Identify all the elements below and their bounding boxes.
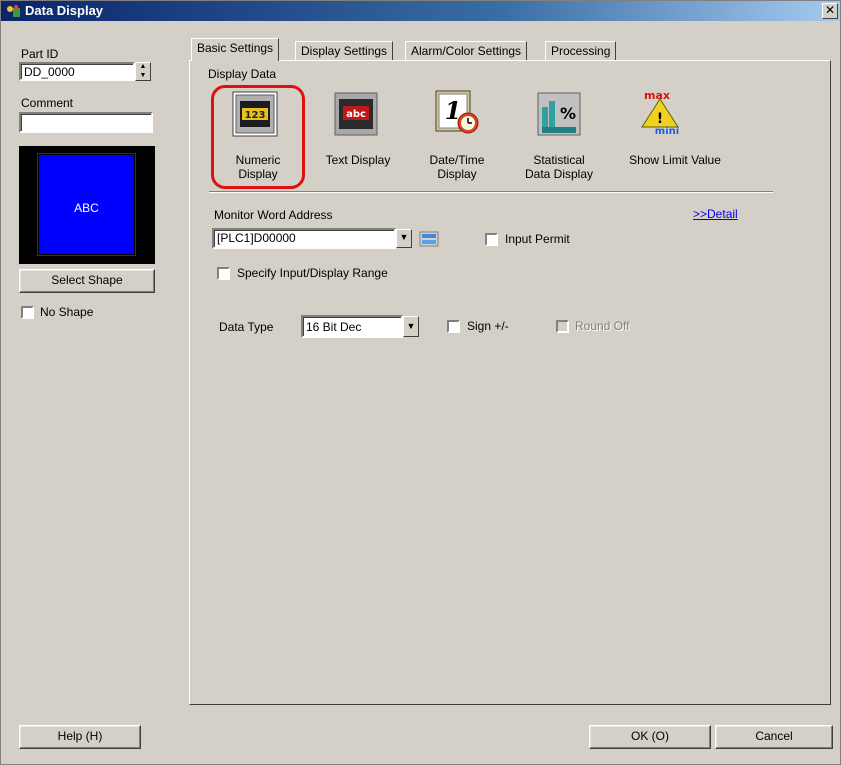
statistical-label-line2: Data Display	[524, 167, 594, 181]
title-bar[interactable]: Data Display ✕	[1, 1, 840, 21]
numeric-display-label: Numeric Display	[223, 153, 293, 181]
display-data-label: Display Data	[208, 67, 277, 81]
spin-up-icon[interactable]: ▲	[136, 63, 150, 72]
address-dropdown-chevron-down-icon[interactable]: ▼	[396, 229, 412, 248]
data-type-label: Data Type	[219, 320, 274, 334]
sign-label: Sign +/-	[467, 319, 509, 333]
data-display-dialog: Data Display ✕ Part ID DD_0000 ▲ ▼ Comme…	[0, 0, 841, 765]
preview-shape: ABC	[38, 154, 135, 255]
part-id-label: Part ID	[21, 47, 59, 61]
detail-link[interactable]: >>Detail	[693, 207, 738, 221]
round-off-label: Round Off	[575, 319, 630, 333]
limit-max-text: max	[644, 89, 670, 102]
comment-field[interactable]	[19, 112, 153, 133]
tab-display-settings[interactable]: Display Settings	[295, 41, 394, 60]
address-input-keyboard-icon[interactable]	[419, 229, 439, 249]
statistical-label-line1: Statistical	[533, 153, 585, 167]
text-display-icon[interactable]: abc	[333, 91, 379, 137]
round-off-checkbox	[556, 320, 569, 333]
text-display-label: Text Display	[325, 153, 391, 167]
statistical-label: Statistical Data Display	[519, 153, 599, 181]
specify-range-label: Specify Input/Display Range	[237, 266, 388, 280]
input-permit-checkbox[interactable]	[485, 233, 498, 246]
part-id-spinner[interactable]: ▲ ▼	[135, 62, 151, 81]
app-icon	[7, 5, 20, 17]
numeric-label-line2: Display	[238, 167, 278, 181]
data-type-chevron-down-icon[interactable]: ▼	[403, 316, 419, 337]
help-button[interactable]: Help (H)	[19, 725, 141, 749]
ok-button[interactable]: OK (O)	[589, 725, 711, 749]
part-id-field[interactable]: DD_0000	[19, 62, 135, 81]
monitor-word-address-label: Monitor Word Address	[214, 208, 333, 222]
limit-value-icon[interactable]: max ! mini	[637, 89, 683, 135]
show-limit-value-label: Show Limit Value	[629, 153, 721, 167]
date-time-label-line1: Date/Time	[429, 153, 485, 167]
tab-alarm-color-settings[interactable]: Alarm/Color Settings	[405, 41, 528, 60]
input-permit-label: Input Permit	[505, 232, 570, 246]
statistical-icon-text: %	[560, 104, 576, 123]
limit-mini-text: mini	[655, 126, 679, 135]
window-title: Data Display	[25, 3, 104, 18]
numeric-icon-text: 123	[245, 110, 266, 121]
date-time-label: Date/Time Display	[422, 153, 492, 181]
specify-range-checkbox[interactable]	[217, 267, 230, 280]
no-shape-checkbox[interactable]	[21, 306, 34, 319]
comment-label: Comment	[21, 96, 74, 110]
text-icon-text: abc	[346, 109, 366, 120]
separator	[209, 191, 773, 193]
date-time-label-line2: Display	[437, 167, 477, 181]
shape-preview: ABC	[19, 146, 155, 264]
tab-basic-settings[interactable]: Basic Settings	[191, 38, 280, 61]
sign-checkbox[interactable]	[447, 320, 460, 333]
close-button[interactable]: ✕	[822, 3, 838, 19]
data-type-combo[interactable]: 16 Bit Dec	[301, 315, 403, 338]
warning-glyph: !	[657, 111, 663, 127]
select-shape-button[interactable]: Select Shape	[19, 269, 155, 293]
numeric-display-icon[interactable]: 123	[232, 91, 278, 137]
tab-processing[interactable]: Processing	[545, 41, 617, 60]
numeric-label-line1: Numeric	[235, 153, 281, 167]
statistical-icon[interactable]: %	[536, 91, 582, 137]
monitor-address-combo[interactable]: [PLC1]D00000	[212, 228, 396, 249]
no-shape-label: No Shape	[40, 305, 94, 319]
spin-down-icon[interactable]: ▼	[136, 72, 150, 81]
cancel-button[interactable]: Cancel	[715, 725, 833, 749]
date-time-icon[interactable]: 1	[434, 89, 480, 135]
